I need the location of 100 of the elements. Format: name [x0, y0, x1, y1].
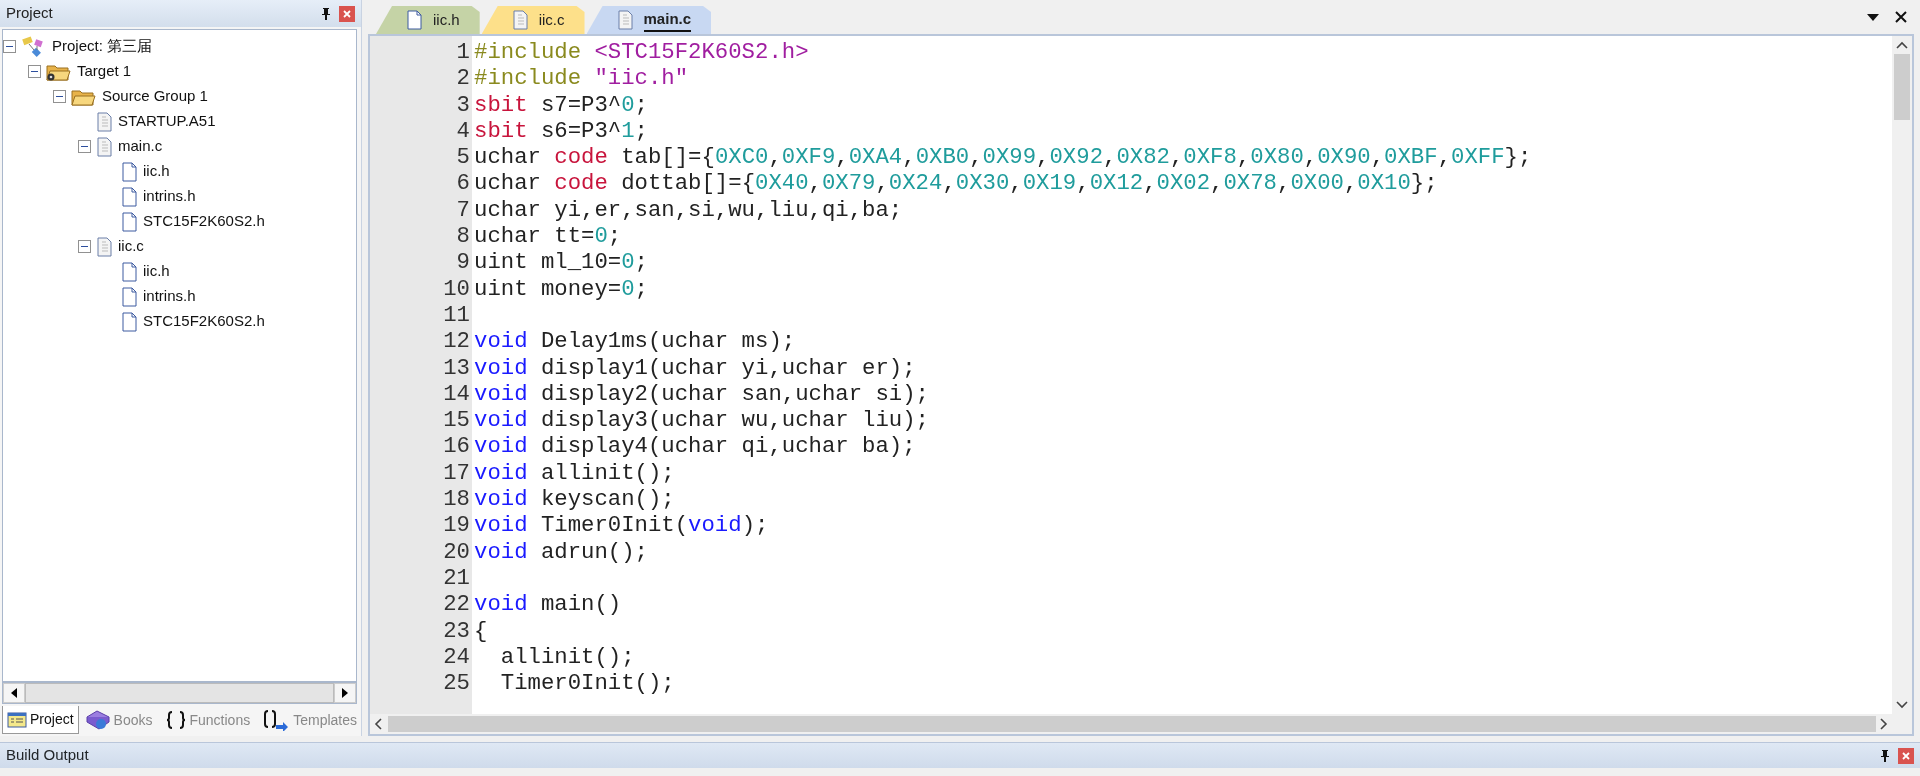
- collapse-toggle[interactable]: [28, 65, 41, 78]
- file-icon: [121, 261, 138, 282]
- close-icon: [1902, 751, 1910, 760]
- code-line: void display4(uchar qi,uchar ba);: [473, 433, 917, 460]
- line-number: 20: [442, 538, 471, 565]
- file-icon: [121, 286, 138, 307]
- close-icon: [1894, 10, 1908, 24]
- tree-item[interactable]: intrins.h: [143, 285, 196, 308]
- file-icon: [406, 10, 423, 30]
- code-line: void main(): [473, 591, 623, 618]
- scroll-left-button[interactable]: [3, 683, 25, 703]
- tree-item[interactable]: iic.h: [143, 260, 170, 283]
- code-line: void keyscan();: [473, 486, 676, 513]
- code-line: #include "iic.h": [473, 65, 690, 92]
- tree-item[interactable]: iic.c: [118, 235, 144, 258]
- code-line: void display1(uchar yi,uchar er);: [473, 354, 917, 381]
- file-tab[interactable]: iic.c: [481, 6, 585, 34]
- scroll-right-button[interactable]: [334, 683, 356, 703]
- code-line: uchar tt=0;: [473, 223, 623, 250]
- scroll-left-icon[interactable]: [374, 718, 384, 730]
- collapse-toggle[interactable]: [3, 40, 16, 53]
- line-number: 13: [442, 354, 471, 381]
- file-icon: [121, 211, 138, 232]
- line-number: 17: [442, 459, 471, 487]
- line-number: 3: [455, 91, 471, 118]
- tree-item[interactable]: STC15F2K60S2.h: [143, 210, 265, 233]
- line-number: 24: [442, 643, 471, 671]
- line-number: 14: [442, 380, 471, 408]
- file-icon: [96, 136, 113, 157]
- line-number: 1: [455, 39, 471, 66]
- line-number: 5: [455, 144, 471, 171]
- book-icon: [84, 709, 111, 731]
- braces-icon: [164, 710, 187, 730]
- close-button[interactable]: [339, 5, 355, 22]
- line-number: 23: [442, 617, 471, 644]
- code-line: uchar code dottab[]={0X40,0X79,0X24,0X30,0X19,0X12,0X02,0X78,0X00,0X10};: [473, 170, 1439, 197]
- code-line: void display3(uchar wu,uchar liu);: [473, 407, 930, 434]
- tree-item[interactable]: STARTUP.A51: [118, 110, 216, 133]
- line-number: 21: [442, 564, 471, 592]
- scrollbar-thumb[interactable]: [388, 716, 1876, 732]
- file-icon: [616, 10, 634, 30]
- collapse-toggle[interactable]: [78, 240, 91, 253]
- pin-icon[interactable]: [321, 7, 331, 20]
- tree-item[interactable]: main.c: [118, 135, 163, 158]
- line-number: 22: [442, 591, 471, 618]
- close-icon: [343, 9, 351, 18]
- code-line: uchar yi,er,san,si,wu,liu,qi,ba;: [473, 196, 904, 224]
- template-icon: [262, 709, 291, 731]
- code-line: sbit s7=P3^0;: [473, 91, 649, 118]
- scroll-right-icon[interactable]: [1878, 718, 1888, 730]
- code-line: uint money=0;: [473, 275, 649, 302]
- right-arrow-icon: [342, 688, 348, 698]
- code-line: Timer0Init();: [499, 670, 676, 697]
- line-number: 8: [455, 223, 471, 250]
- code-line: void adrun();: [473, 538, 649, 565]
- code-line: void allinit();: [473, 459, 676, 487]
- code-line: allinit();: [499, 643, 636, 671]
- line-number: 25: [442, 670, 471, 697]
- tree-item[interactable]: STC15F2K60S2.h: [143, 310, 265, 333]
- line-number: 16: [442, 433, 471, 460]
- line-number: 12: [442, 328, 471, 355]
- panel-title: Build Output: [6, 745, 89, 766]
- file-icon: [511, 10, 529, 30]
- collapse-toggle[interactable]: [78, 140, 91, 153]
- line-number: 18: [442, 486, 471, 513]
- file-icon: [121, 186, 138, 207]
- scroll-up-icon[interactable]: [1896, 40, 1908, 50]
- file-icon: [96, 111, 113, 132]
- file-tab[interactable]: main.c: [586, 6, 712, 34]
- code-line: uchar code tab[]={0XC0,0XF9,0XA4,0XB0,0X99,0X92,0X82,0XF8,0X80,0X90,0XBF,0XFF};: [473, 144, 1533, 171]
- panel-title: Project: [6, 3, 53, 24]
- code-line: {: [473, 617, 489, 644]
- code-line: void display2(uchar san,uchar si);: [473, 380, 930, 408]
- scrollbar-thumb[interactable]: [1894, 54, 1910, 120]
- tree-item[interactable]: iic.h: [143, 160, 170, 183]
- pin-icon[interactable]: [1880, 749, 1890, 762]
- horizontal-scrollbar[interactable]: [2, 682, 357, 704]
- left-arrow-icon: [11, 688, 17, 698]
- file-icon: [96, 236, 113, 257]
- tree-item[interactable]: Target 1: [77, 60, 132, 83]
- line-number: 11: [442, 301, 471, 329]
- code-line: void Delay1ms(uchar ms);: [473, 328, 797, 355]
- file-icon: [121, 311, 138, 332]
- dropdown-icon: [1866, 12, 1880, 22]
- close-button[interactable]: [1898, 747, 1914, 764]
- file-tab[interactable]: iic.h: [376, 6, 480, 34]
- code-line: sbit s6=P3^1;: [473, 117, 649, 145]
- line-number: 7: [455, 196, 471, 224]
- tree-item[interactable]: Project: 第三届: [52, 35, 153, 58]
- code-line: uint ml_10=0;: [473, 249, 649, 276]
- window-icon: [7, 710, 27, 729]
- tree-item[interactable]: Source Group 1: [102, 85, 208, 108]
- panel-tab[interactable]: Project: [2, 706, 79, 734]
- line-number: 2: [455, 65, 471, 92]
- tree-item[interactable]: intrins.h: [143, 185, 196, 208]
- collapse-toggle[interactable]: [53, 90, 66, 103]
- scrollbar-thumb[interactable]: [25, 683, 334, 703]
- line-number: 15: [442, 407, 471, 434]
- line-number: 19: [442, 512, 471, 539]
- scroll-down-icon[interactable]: [1896, 700, 1908, 710]
